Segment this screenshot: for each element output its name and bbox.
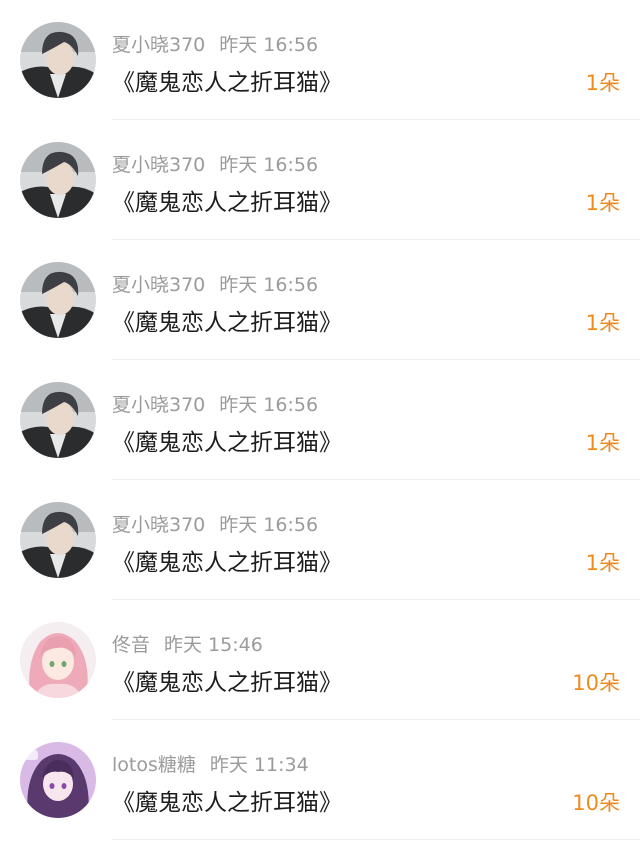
list-item[interactable]: 佟音 昨天 15:46 《魔鬼恋人之折耳猫》 10朵 — [0, 600, 640, 720]
username[interactable]: 夏小晓370 — [112, 514, 205, 536]
timestamp: 昨天 15:46 — [164, 634, 263, 656]
man-dark-hair-icon — [20, 502, 96, 578]
avatar[interactable] — [20, 262, 96, 338]
gift-count: 1朵 — [585, 311, 620, 335]
list-item[interactable]: 夏小晓370 昨天 16:56 《魔鬼恋人之折耳猫》 1朵 — [0, 120, 640, 240]
item-meta: 夏小晓370 昨天 16:56 — [112, 30, 318, 57]
timestamp: 昨天 11:34 — [209, 754, 309, 776]
book-title[interactable]: 《魔鬼恋人之折耳猫》 — [112, 423, 342, 457]
list-item[interactable]: 夏小晓370 昨天 16:56 《魔鬼恋人之折耳猫》 1朵 — [0, 0, 640, 120]
gift-count: 10朵 — [572, 791, 620, 815]
avatar[interactable] — [20, 382, 96, 458]
item-meta: 夏小晓370 昨天 16:56 — [112, 270, 318, 297]
man-dark-hair-icon — [20, 262, 96, 338]
avatar[interactable] — [20, 742, 96, 818]
item-meta: 夏小晓370 昨天 16:56 — [112, 150, 318, 177]
gift-record-list: 夏小晓370 昨天 16:56 《魔鬼恋人之折耳猫》 1朵 夏小晓370 昨天 16… — [0, 0, 640, 846]
avatar[interactable] — [20, 502, 96, 578]
item-meta: lotos糖糖 昨天 11:34 — [112, 750, 309, 777]
timestamp: 昨天 16:56 — [219, 154, 319, 176]
girl-pink-hair-icon — [20, 622, 96, 698]
username[interactable]: 夏小晓370 — [112, 274, 205, 296]
timestamp: 昨天 16:56 — [219, 394, 319, 416]
gift-count: 1朵 — [585, 431, 620, 455]
username[interactable]: 夏小晓370 — [112, 394, 205, 416]
gift-count: 1朵 — [585, 71, 620, 95]
book-title[interactable]: 《魔鬼恋人之折耳猫》 — [112, 783, 342, 817]
item-meta: 夏小晓370 昨天 16:56 — [112, 510, 318, 537]
list-item[interactable]: 夏小晓370 昨天 16:56 《魔鬼恋人之折耳猫》 1朵 — [0, 360, 640, 480]
avatar[interactable] — [20, 22, 96, 98]
item-meta: 佟音 昨天 15:46 — [112, 630, 263, 657]
man-dark-hair-icon — [20, 22, 96, 98]
username[interactable]: lotos糖糖 — [112, 754, 196, 776]
username[interactable]: 夏小晓370 — [112, 34, 205, 56]
girl-purple-hair-icon — [20, 742, 96, 818]
timestamp: 昨天 16:56 — [219, 34, 319, 56]
book-title[interactable]: 《魔鬼恋人之折耳猫》 — [112, 183, 342, 217]
gift-count: 10朵 — [572, 671, 620, 695]
list-item[interactable]: 夏小晓370 昨天 16:56 《魔鬼恋人之折耳猫》 1朵 — [0, 240, 640, 360]
list-item[interactable]: 夏小晓370 昨天 16:56 《魔鬼恋人之折耳猫》 1朵 — [0, 480, 640, 600]
avatar[interactable] — [20, 142, 96, 218]
man-dark-hair-icon — [20, 382, 96, 458]
username[interactable]: 夏小晓370 — [112, 154, 205, 176]
timestamp: 昨天 16:56 — [219, 274, 319, 296]
book-title[interactable]: 《魔鬼恋人之折耳猫》 — [112, 303, 342, 337]
gift-count: 1朵 — [585, 551, 620, 575]
book-title[interactable]: 《魔鬼恋人之折耳猫》 — [112, 663, 342, 697]
timestamp: 昨天 16:56 — [219, 514, 319, 536]
avatar[interactable] — [20, 622, 96, 698]
book-title[interactable]: 《魔鬼恋人之折耳猫》 — [112, 63, 342, 97]
gift-count: 1朵 — [585, 191, 620, 215]
item-meta: 夏小晓370 昨天 16:56 — [112, 390, 318, 417]
divider — [112, 839, 640, 840]
man-dark-hair-icon — [20, 142, 96, 218]
username[interactable]: 佟音 — [112, 634, 150, 656]
list-item[interactable]: lotos糖糖 昨天 11:34 《魔鬼恋人之折耳猫》 10朵 — [0, 720, 640, 840]
book-title[interactable]: 《魔鬼恋人之折耳猫》 — [112, 543, 342, 577]
